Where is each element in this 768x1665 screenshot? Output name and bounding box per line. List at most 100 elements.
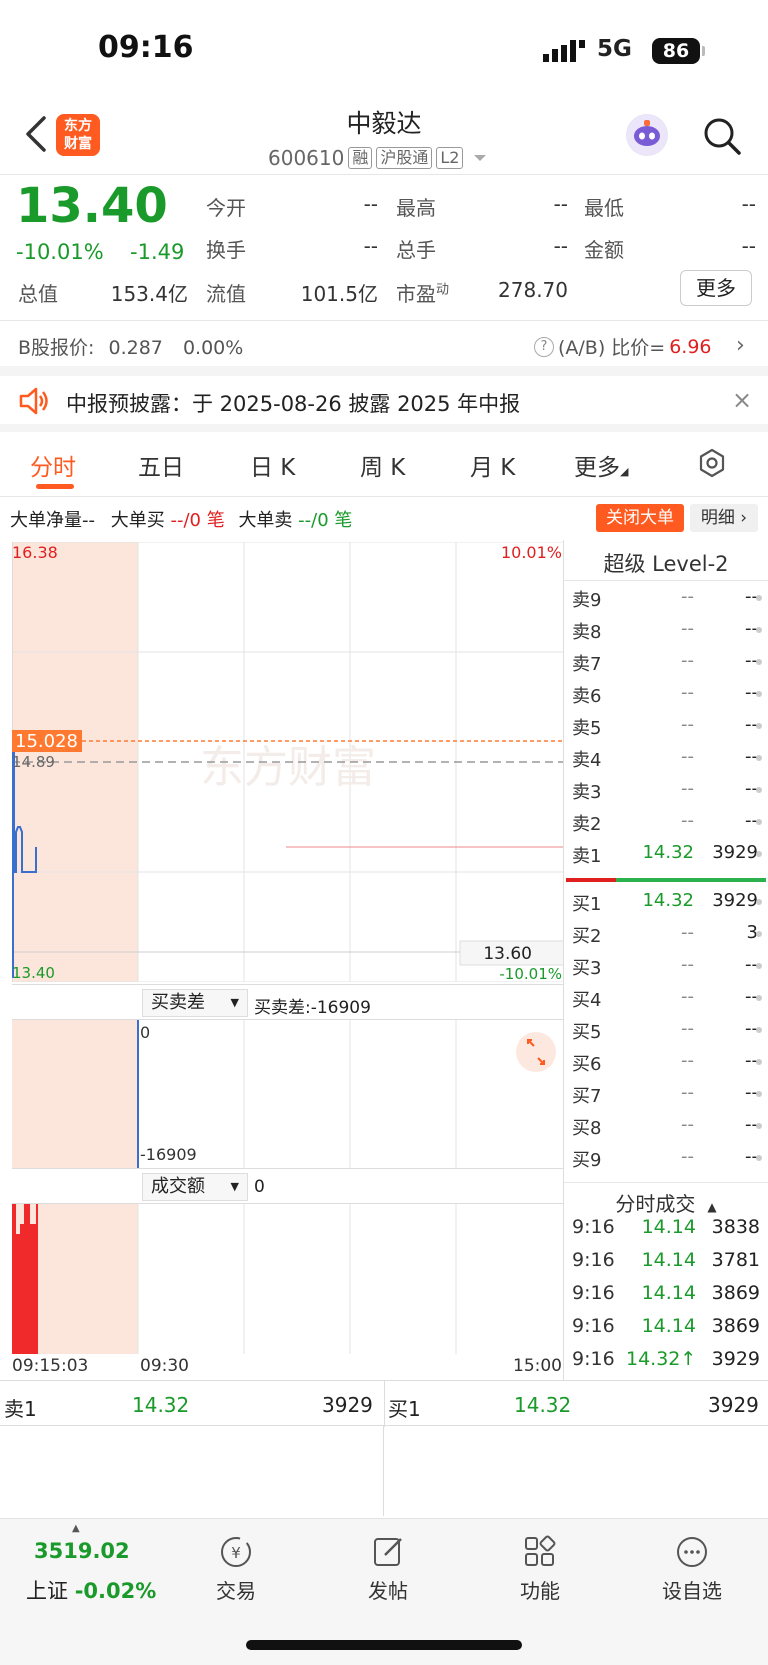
trades-title[interactable]: 分时成交 ▲ xyxy=(564,1188,768,1217)
sell-level-row[interactable]: 卖8 -- -- xyxy=(572,614,768,646)
big-order-summary: 大单净量-- 大单买 --/0 笔 大单卖 --/0 笔 xyxy=(10,506,352,532)
tab-minute[interactable]: 分时 xyxy=(30,448,76,482)
current-price: 13.40 xyxy=(16,178,168,234)
gear-icon[interactable] xyxy=(697,448,727,478)
buy-level-row[interactable]: 买7 -- -- xyxy=(572,1078,768,1110)
stock-code-row[interactable]: 600610 融 沪股通 L2 xyxy=(268,144,487,172)
level-volume: 3929 xyxy=(712,890,758,911)
level-label: 买5 xyxy=(572,1022,602,1043)
open-label: 今开 xyxy=(206,196,246,220)
buy-strength-bar xyxy=(616,878,766,882)
level-price: -- xyxy=(681,922,694,943)
ab-ratio[interactable]: ? (A/B) 比价= 6.96 xyxy=(534,333,712,360)
intraday-price-chart[interactable]: 东方财富 16.38 10.01% 15.028 14.89 13.60 -10… xyxy=(12,542,564,982)
sell-level-row[interactable]: 卖4 -- -- xyxy=(572,742,768,774)
edit-icon xyxy=(374,1538,402,1566)
level-label: 卖4 xyxy=(572,750,602,771)
level-label: 买3 xyxy=(572,958,602,979)
level-price: -- xyxy=(681,954,694,975)
trade-volume: 3781 xyxy=(711,1249,760,1271)
trade-price: 14.14 xyxy=(641,1249,696,1271)
low-value: -- xyxy=(741,192,756,216)
detail-button[interactable]: 明细 › xyxy=(690,504,758,532)
buy-level-row[interactable]: 买1 14.32 3929 xyxy=(572,886,768,918)
tab-five-day[interactable]: 五日 xyxy=(138,448,184,482)
level-dot xyxy=(756,1059,762,1065)
level-volume: -- xyxy=(745,1050,758,1071)
search-icon[interactable] xyxy=(702,116,742,156)
level-price: -- xyxy=(681,1082,694,1103)
trade-row: 9:16 14.14 3869 xyxy=(572,1280,768,1312)
divider xyxy=(563,540,564,1380)
tab-trade[interactable]: ¥ 交易 xyxy=(186,1535,286,1604)
trade-time: 9:16 xyxy=(572,1348,615,1370)
turnover-value: -- xyxy=(363,234,378,258)
level2-title[interactable]: 超级 Level-2 xyxy=(564,548,768,578)
high-label: 最高 xyxy=(396,196,436,220)
tab-more-arrow-icon: ◢ xyxy=(620,465,629,478)
buy-level-row[interactable]: 买9 -- -- xyxy=(572,1142,768,1174)
buy-level-row[interactable]: 买4 -- -- xyxy=(572,982,768,1014)
index-info[interactable]: 上证 -0.02% xyxy=(26,1575,156,1605)
level-volume: -- xyxy=(745,682,758,703)
buy-level-row[interactable]: 买3 -- -- xyxy=(572,950,768,982)
dropdown-icon: ▼ xyxy=(230,996,239,1009)
diff-value: 买卖差:-16909 xyxy=(254,998,371,1018)
sell-level-row[interactable]: 卖9 -- -- xyxy=(572,582,768,614)
status-time: 09:16 xyxy=(98,30,194,65)
bottom-buy-price: 14.32 xyxy=(514,1393,572,1417)
trade-row: 9:16 14.14 3781 xyxy=(572,1247,768,1279)
level-label: 卖5 xyxy=(572,718,602,739)
sell-level-row[interactable]: 卖5 -- -- xyxy=(572,710,768,742)
tab-week-k[interactable]: 周 K xyxy=(360,448,405,482)
buy-level-row[interactable]: 买2 -- 3 xyxy=(572,918,768,950)
sell-level-row[interactable]: 卖3 -- -- xyxy=(572,774,768,806)
level-price: -- xyxy=(681,1050,694,1071)
notice-text[interactable]: 中报预披露：于 2025-08-26 披露 2025 年中报 xyxy=(66,388,520,418)
chevron-right-icon[interactable]: › xyxy=(736,333,745,358)
dropdown-icon: ▼ xyxy=(230,1180,239,1193)
buy-level-row[interactable]: 买5 -- -- xyxy=(572,1014,768,1046)
buy-sell-diff-chart[interactable]: 0 -16909 xyxy=(12,1020,564,1168)
level-price: -- xyxy=(681,586,694,607)
battery-tip xyxy=(702,46,705,56)
b-share-row: B股报价: 0.287 0.00% xyxy=(18,333,243,360)
tab-add-watchlist[interactable]: 设自选 xyxy=(642,1535,742,1604)
buy-level-row[interactable]: 买8 -- -- xyxy=(572,1110,768,1142)
index-value[interactable]: 3519.02 xyxy=(34,1539,130,1563)
close-icon[interactable]: × xyxy=(732,386,752,414)
level-volume: -- xyxy=(745,1082,758,1103)
help-icon[interactable]: ? xyxy=(534,336,554,357)
level-dot xyxy=(756,963,762,969)
level-dot xyxy=(756,723,762,729)
tab-month-k[interactable]: 月 K xyxy=(470,448,515,482)
level-price: -- xyxy=(681,746,694,767)
sell-level-row[interactable]: 卖2 -- -- xyxy=(572,806,768,838)
sell-level-row[interactable]: 卖1 14.32 3929 xyxy=(572,838,768,870)
tab-trade-label: 交易 xyxy=(216,1579,256,1603)
tab-day-k[interactable]: 日 K xyxy=(250,448,295,482)
ab-ratio-label: (A/B) 比价= xyxy=(558,337,666,359)
assistant-robot-icon[interactable] xyxy=(626,114,668,156)
sell-level-row[interactable]: 卖6 -- -- xyxy=(572,678,768,710)
float-cap-label: 流值 xyxy=(206,282,246,306)
buy-level-row[interactable]: 买6 -- -- xyxy=(572,1046,768,1078)
amount-chart[interactable] xyxy=(12,1204,564,1354)
margin-tag: 融 xyxy=(348,147,373,169)
tab-post[interactable]: 发帖 xyxy=(338,1535,438,1604)
total-cap-value: 153.4亿 xyxy=(110,282,188,306)
diff-selector[interactable]: 买卖差 ▼ xyxy=(142,989,248,1017)
more-button[interactable]: 更多 xyxy=(680,270,752,306)
trades-title-label: 分时成交 xyxy=(615,1192,696,1216)
buy-sell-diff-bar: 买卖差 ▼ 买卖差:-16909 xyxy=(12,984,564,1020)
tab-functions[interactable]: 功能 xyxy=(490,1535,590,1604)
level-price: 14.32 xyxy=(642,842,694,863)
trade-volume: 3869 xyxy=(711,1282,760,1304)
top-price-label: 16.38 xyxy=(12,543,58,562)
tab-more[interactable]: 更多◢ xyxy=(574,448,628,482)
level-volume: -- xyxy=(745,954,758,975)
amount-selector[interactable]: 成交额 ▼ xyxy=(142,1173,248,1201)
sell-level-row[interactable]: 卖7 -- -- xyxy=(572,646,768,678)
caret-up-icon: ▲ xyxy=(72,1523,80,1534)
close-big-order-button[interactable]: 关闭大单 xyxy=(596,504,684,532)
